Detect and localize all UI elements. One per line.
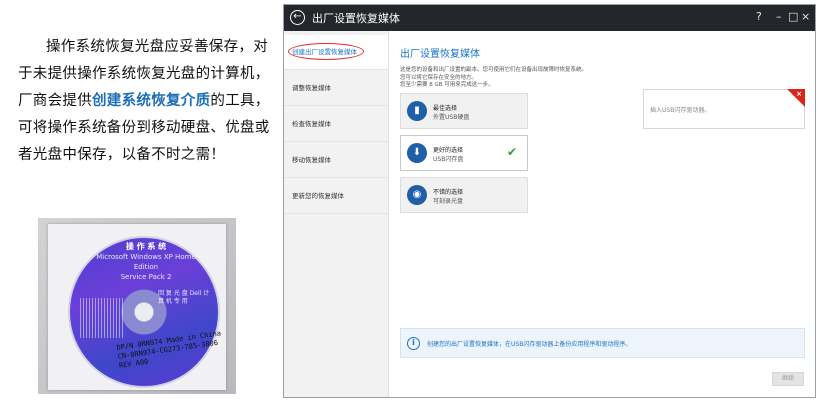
option-title: 不错的选择: [433, 189, 464, 196]
disc-icon: ◉: [407, 185, 427, 205]
continue-button[interactable]: 继续: [772, 372, 804, 386]
disc-header-sp: Service Pack 2: [120, 273, 172, 281]
help-button[interactable]: ?: [756, 10, 762, 23]
sidebar-item-label: 更新您的恢复媒体: [292, 192, 344, 200]
option-title: 更好的选择: [433, 147, 464, 154]
hdd-icon: ▮: [407, 101, 427, 121]
usb-icon: ⬇: [407, 143, 427, 163]
error-x-icon: ×: [796, 90, 802, 98]
description-line: 您可以将它保存在安全的地方。: [400, 74, 478, 81]
description-line: 这是您的设备和出厂设置的副本。您可使用它们在设备出现故障时恢复系统。: [400, 67, 588, 73]
window-title: 出厂设置恢复媒体: [312, 12, 400, 25]
option-title: 最佳选择: [433, 105, 458, 112]
option-subtitle: USB闪存盘: [433, 156, 464, 163]
sidebar-item-create[interactable]: 创建出厂设置恢复媒体: [284, 35, 388, 70]
title-bar: ← 出厂设置恢复媒体 ? – □ ×: [284, 5, 815, 31]
description-line: 您至少需要 8 GB 可用来完成这一步。: [400, 82, 494, 88]
close-button[interactable]: ×: [801, 10, 810, 23]
option-optical-disc[interactable]: ◉ 不错的选择 可刻录光盘: [400, 177, 528, 213]
page-title: 出厂设置恢复媒体: [400, 49, 480, 60]
disc-header-title: 操 作 系 统: [125, 242, 167, 251]
disc-barcode: [80, 298, 124, 338]
usb-drive-panel: 插入USB闪存驱动器。 ×: [643, 89, 805, 129]
description: 这是您的设备和出厂设置的副本。您可使用它们在设备出现故障时恢复系统。 您可以将它…: [400, 67, 640, 90]
disc-header-product: Microsoft Windows XP Home Edition: [96, 253, 196, 271]
highlight-circle: [288, 43, 364, 60]
sidebar-item-move[interactable]: 移动恢复媒体: [284, 143, 388, 178]
disc-header: 操 作 系 统 Microsoft Windows XP Home Editio…: [88, 242, 204, 281]
document-paragraph: 操作系统恢复光盘应妥善保存，对于未提供操作系统恢复光盘的计算机，厂商会提供创建系…: [18, 34, 278, 169]
sidebar-item-check[interactable]: 检查恢复媒体: [284, 107, 388, 142]
option-subtitle: 可刻录光盘: [433, 198, 464, 205]
option-usb-flash[interactable]: ⬇ 更好的选择 USB闪存盘 ✔: [400, 135, 528, 171]
checkmark-icon: ✔: [507, 145, 518, 159]
disc-sleeve: 操 作 系 统 Microsoft Windows XP Home Editio…: [48, 224, 226, 390]
recovery-media-window: ← 出厂设置恢复媒体 ? – □ × 创建出厂设置恢复媒体 调整恢复媒体 检查恢…: [283, 4, 816, 398]
usb-hint: 插入USB闪存驱动器。: [650, 107, 711, 114]
main-content: 出厂设置恢复媒体 这是您的设备和出厂设置的副本。您可使用它们在设备出现故障时恢复…: [390, 31, 815, 397]
sidebar-item-update[interactable]: 更新您的恢复媒体: [284, 179, 388, 214]
maximize-button[interactable]: □: [788, 10, 798, 23]
sidebar-item-label: 移动恢复媒体: [292, 156, 331, 164]
sidebar: 创建出厂设置恢复媒体 调整恢复媒体 检查恢复媒体 移动恢复媒体 更新您的恢复媒体: [284, 31, 389, 397]
minimize-button[interactable]: –: [776, 10, 782, 23]
sidebar-item-label: 检查恢复媒体: [292, 120, 331, 128]
info-icon: i: [407, 337, 420, 350]
back-arrow-icon: ←: [293, 11, 302, 22]
paragraph-highlight: 创建系统恢复介质: [92, 93, 211, 109]
disc-side-text: 回 复 光 盘 Dell 计 算 机 专 用: [158, 290, 210, 305]
sidebar-item-label: 调整恢复媒体: [292, 84, 331, 92]
info-bar: i 创建您的出厂设置恢复媒体，在USB闪存驱动器上备份应用程序和驱动程序。: [400, 328, 805, 358]
info-text: 创建您的出厂设置恢复媒体，在USB闪存驱动器上备份应用程序和驱动程序。: [427, 341, 632, 348]
recovery-disc-photo: 操 作 系 统 Microsoft Windows XP Home Editio…: [38, 218, 236, 394]
option-subtitle: 外置USB硬盘: [433, 114, 470, 121]
back-button[interactable]: ←: [290, 10, 305, 25]
option-external-hdd[interactable]: ▮ 最佳选择 外置USB硬盘: [400, 93, 528, 129]
sidebar-item-adjust[interactable]: 调整恢复媒体: [284, 71, 388, 106]
